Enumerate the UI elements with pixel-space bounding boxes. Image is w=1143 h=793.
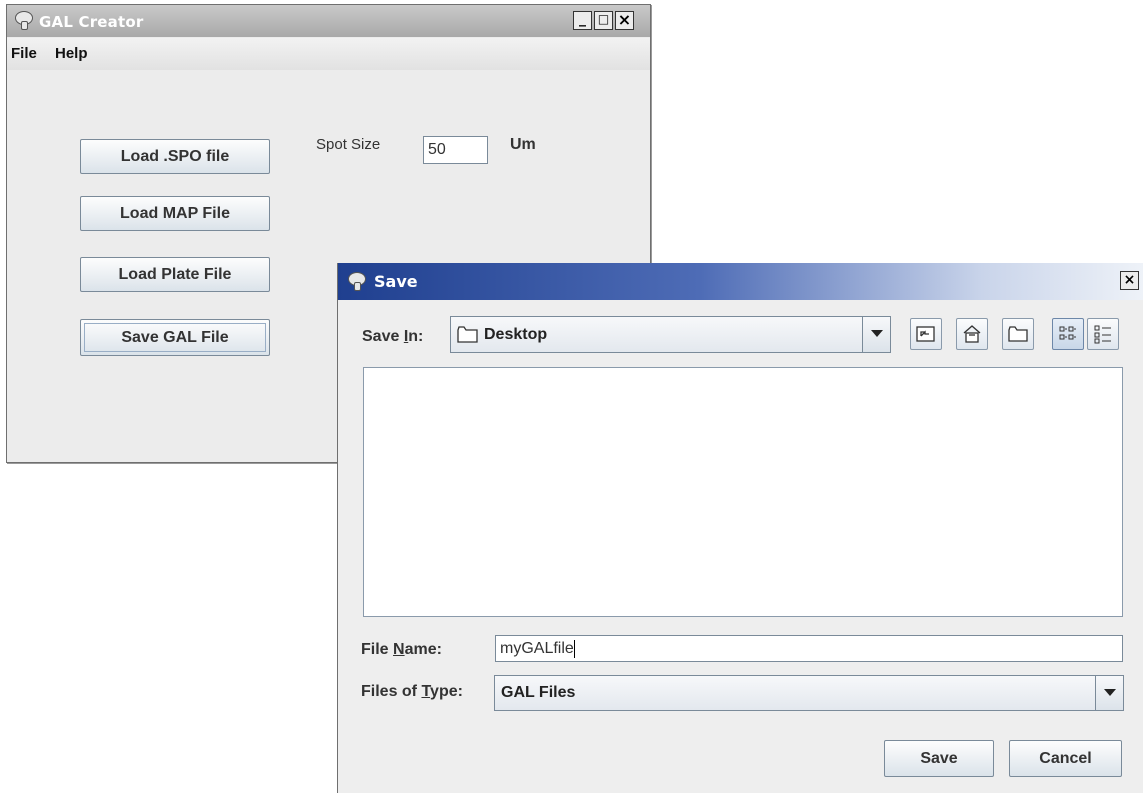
gal-title-bar[interactable]: GAL Creator _ □ × [7,5,650,37]
load-spo-label: Load .SPO file [120,148,230,165]
file-name-input[interactable]: myGALfile [495,635,1123,662]
dialog-close-button[interactable]: × [1120,271,1139,290]
minimize-button[interactable]: _ [573,11,592,30]
list-view-button[interactable] [1052,318,1084,350]
load-plate-button[interactable]: Load Plate File [80,257,270,292]
files-of-type-label: Files of Type: [361,683,463,700]
load-map-button[interactable]: Load MAP File [80,196,270,231]
save-in-value: Desktop [484,326,548,343]
cancel-button-label: Cancel [1039,750,1092,767]
save-dialog-title: Save [374,272,418,291]
app-brain-icon [13,11,35,30]
file-list-pane[interactable] [363,367,1123,617]
close-icon: × [617,10,632,29]
save-gal-button[interactable]: Save GAL File [80,319,270,356]
menu-bar: File Help [7,38,650,70]
spot-size-input[interactable]: 50 [423,136,488,164]
file-name-value: myGALfile [500,640,574,657]
load-map-label: Load MAP File [120,205,230,222]
text-cursor [573,639,575,658]
up-one-level-icon [916,326,935,342]
save-gal-label: Save GAL File [121,329,229,346]
save-in-dropdown-arrow[interactable] [862,317,890,352]
maximize-icon: □ [597,12,610,26]
spot-size-unit: Um [510,136,536,153]
gal-window-title: GAL Creator [39,13,144,31]
save-button-label: Save [920,750,958,767]
folder-icon [457,326,478,343]
new-folder-icon [1008,326,1028,342]
close-icon: × [1123,272,1136,288]
save-in-combo[interactable]: Desktop [450,316,891,353]
new-folder-button[interactable] [1002,318,1034,350]
save-dialog: Save × Save In: Desktop File Name: myGAL… [337,263,1143,793]
menu-file[interactable]: File [11,45,37,62]
load-spo-button[interactable]: Load .SPO file [80,139,270,174]
files-of-type-value: GAL Files [501,684,576,701]
maximize-button[interactable]: □ [594,11,613,30]
menu-help[interactable]: Help [55,45,88,62]
file-name-label: File Name: [361,641,442,658]
spot-size-value: 50 [428,141,446,158]
details-view-icon [1094,325,1111,344]
files-of-type-combo[interactable]: GAL Files [494,675,1124,711]
save-button[interactable]: Save [884,740,994,777]
save-in-label: Save In: [362,328,424,345]
list-view-icon [1059,326,1076,340]
app-brain-icon [346,272,368,291]
home-button[interactable] [956,318,988,350]
close-button[interactable]: × [615,11,634,30]
cancel-button[interactable]: Cancel [1009,740,1122,777]
chevron-down-icon [1104,689,1116,696]
up-one-level-button[interactable] [910,318,942,350]
save-title-bar[interactable]: Save × [338,263,1143,300]
home-icon [963,325,981,343]
files-of-type-dropdown-arrow[interactable] [1095,676,1123,710]
details-view-button[interactable] [1087,318,1119,350]
spot-size-label: Spot Size [316,136,381,153]
load-plate-label: Load Plate File [118,266,232,283]
chevron-down-icon [871,330,883,337]
minimize-icon: _ [579,11,586,27]
